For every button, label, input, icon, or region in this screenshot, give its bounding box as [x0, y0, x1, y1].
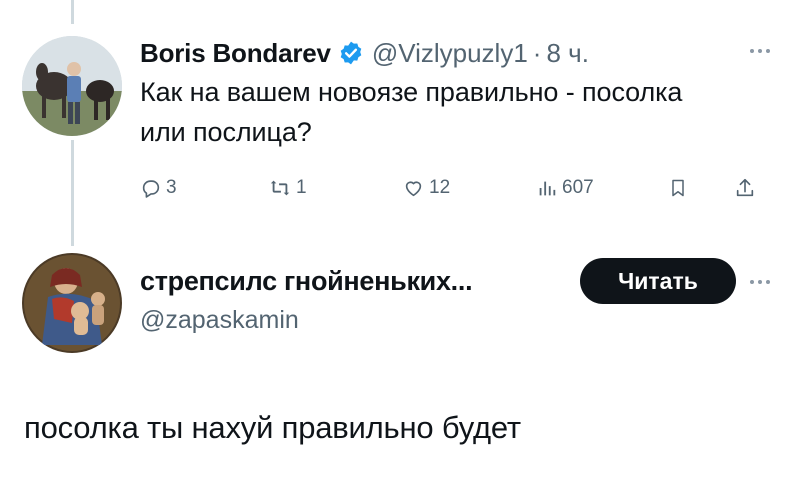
- repost-icon: [270, 180, 290, 196]
- suggested-account-handle[interactable]: @zapaskamin: [140, 306, 299, 335]
- share-icon: [736, 178, 754, 197]
- avatar-painting-madonna: [22, 253, 122, 353]
- reply-button[interactable]: 3: [140, 170, 177, 206]
- follow-button[interactable]: Читать: [580, 258, 736, 304]
- separator-dot: ·: [532, 37, 542, 68]
- thread-line-connector: [71, 140, 74, 246]
- views-count: 607: [562, 177, 594, 198]
- author-avatar[interactable]: [22, 36, 122, 136]
- views-icon: [539, 181, 556, 196]
- tweet-time[interactable]: 8 ч.: [546, 38, 588, 69]
- author-name[interactable]: Boris Bondarev: [140, 38, 331, 69]
- more-icon[interactable]: [742, 275, 778, 289]
- bookmark-icon: [672, 179, 684, 197]
- suggested-account-avatar[interactable]: [22, 253, 122, 353]
- bookmark-button[interactable]: [668, 170, 692, 206]
- tweet-header: Boris Bondarev @Vizlypuzly1 · 8 ч.: [140, 33, 589, 73]
- repost-button[interactable]: 1: [268, 170, 307, 206]
- reply-count: 3: [166, 177, 177, 198]
- avatar-photo-horse-rider: [22, 36, 122, 136]
- tweet-actions: 3 1 12 607: [140, 170, 780, 206]
- share-button[interactable]: [734, 170, 760, 206]
- like-button[interactable]: 12: [402, 170, 450, 206]
- repost-count: 1: [296, 177, 307, 198]
- author-handle[interactable]: @Vizlypuzly1: [372, 38, 528, 69]
- reply-icon: [142, 180, 160, 198]
- suggested-account-name[interactable]: стрепсилс гнойненьких...: [140, 266, 473, 297]
- thread-line-top: [71, 0, 74, 24]
- reply-text: посолка ты нахуй правильно будет: [24, 410, 521, 445]
- more-icon[interactable]: [742, 44, 778, 58]
- like-count: 12: [429, 177, 451, 198]
- verified-badge-icon: [338, 40, 364, 66]
- tweet-text: Как на вашем новоязе правильно - посолка…: [140, 77, 683, 147]
- views-button[interactable]: 607: [536, 170, 594, 206]
- heart-icon: [405, 181, 422, 197]
